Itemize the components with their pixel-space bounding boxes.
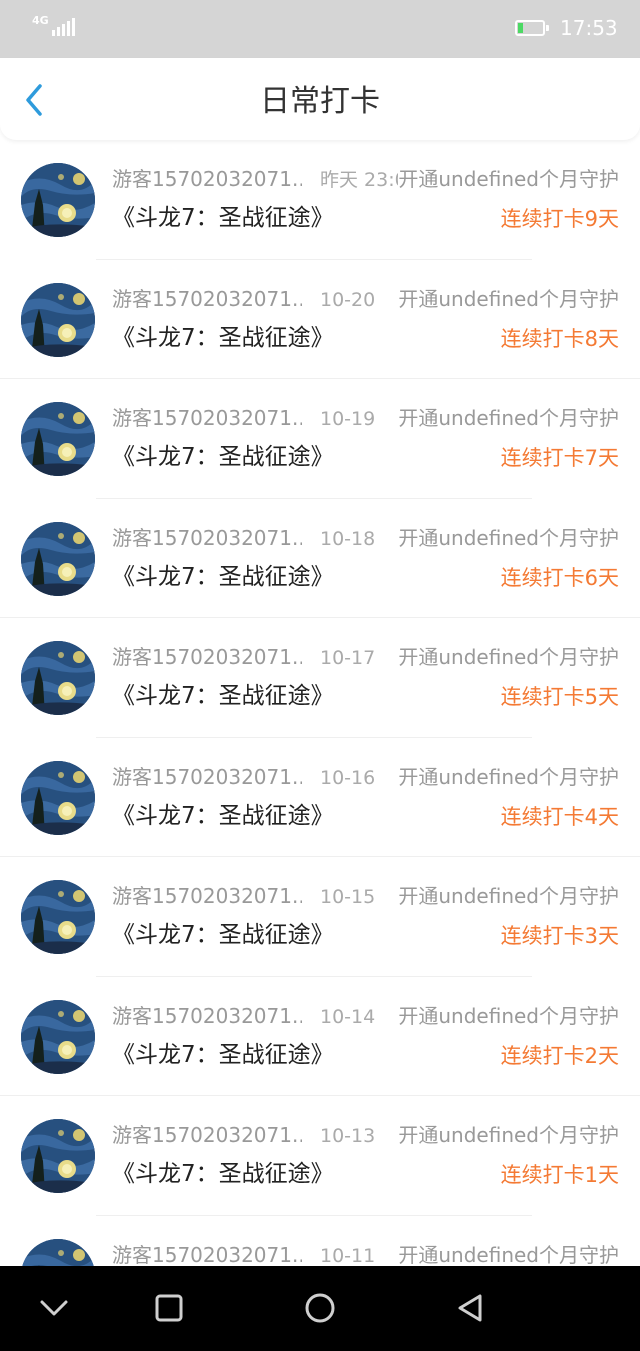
checkin-guard-text: 开通undefined个月守护 — [398, 763, 619, 790]
circle-icon — [305, 1293, 335, 1323]
checkin-row[interactable]: 游客15702032071... 10-16 开通undefined个月守护 《… — [0, 737, 640, 857]
status-bar: 4G 17:53 — [0, 0, 640, 58]
checkin-row[interactable]: 游客15702032071... 昨天 23:0 开通undefined个月守护… — [0, 140, 640, 260]
checkin-streak: 连续打卡4天 — [500, 804, 619, 829]
checkin-streak: 连续打卡7天 — [500, 446, 619, 470]
avatar[interactable] — [21, 282, 95, 357]
checkin-user: 游客15702032071... — [112, 764, 302, 789]
checkin-date: 10-15 — [320, 886, 376, 908]
checkin-list[interactable]: 游客15702032071... 昨天 23:0 开通undefined个月守护… — [0, 140, 640, 1266]
checkin-streak: 连续打卡2天 — [500, 1043, 619, 1068]
checkin-user: 游客15702032071... — [112, 525, 302, 550]
avatar[interactable] — [21, 1238, 95, 1266]
checkin-book-title: 《斗龙7：圣战征途》 — [112, 205, 334, 231]
checkin-guard-text: 开通undefined个月守护 — [398, 524, 619, 551]
checkin-user: 游客15702032071... — [112, 884, 302, 908]
checkin-row[interactable]: 游客15702032071... 10-20 开通undefined个月守护 《… — [0, 259, 640, 379]
page-title: 日常打卡 — [260, 84, 380, 119]
avatar[interactable] — [21, 521, 95, 596]
checkin-guard-text: 开通undefined个月守护 — [398, 285, 619, 312]
square-icon — [155, 1294, 183, 1322]
checkin-date: 10-11 — [320, 1244, 376, 1267]
checkin-book-title: 《斗龙7：圣战征途》 — [112, 922, 334, 948]
signal-icon — [52, 18, 76, 36]
checkin-user: 游客15702032071... — [112, 406, 302, 430]
checkin-book-title: 《斗龙7：圣战征途》 — [112, 1161, 334, 1187]
avatar[interactable] — [21, 760, 95, 835]
checkin-streak: 连续打卡9天 — [500, 207, 619, 231]
checkin-date: 昨天 23:0 — [320, 169, 407, 191]
checkin-streak: 连续打卡6天 — [500, 565, 619, 590]
triangle-back-icon — [458, 1294, 482, 1322]
checkin-guard-text: 开通undefined个月守护 — [398, 166, 619, 192]
avatar[interactable] — [21, 1119, 95, 1193]
checkin-date: 10-20 — [320, 288, 376, 311]
checkin-user: 游客15702032071... — [112, 1003, 302, 1028]
chevron-down-icon — [40, 1300, 68, 1316]
checkin-row[interactable]: 游客15702032071... 10-17 开通undefined个月守护 《… — [0, 618, 640, 738]
checkin-book-title: 《斗龙7：圣战征途》 — [112, 1041, 334, 1068]
checkin-guard-text: 开通undefined个月守护 — [398, 1122, 619, 1148]
checkin-user: 游客15702032071... — [112, 167, 302, 191]
checkin-date: 10-18 — [320, 527, 376, 550]
nav-down-button[interactable] — [34, 1288, 74, 1328]
checkin-guard-text: 开通undefined个月守护 — [398, 1002, 619, 1029]
checkin-user: 游客15702032071... — [112, 1123, 302, 1147]
status-time: 17:53 — [560, 16, 618, 40]
checkin-book-title: 《斗龙7：圣战征途》 — [112, 563, 334, 590]
checkin-user: 游客15702032071... — [112, 645, 302, 669]
app-screen: 4G 17:53 日常打卡 游客15702032071... 昨天 23:0 开… — [0, 0, 640, 1351]
checkin-guard-text: 开通undefined个月守护 — [398, 1241, 619, 1266]
nav-back-button[interactable] — [450, 1288, 490, 1328]
checkin-date: 10-16 — [320, 766, 376, 789]
nav-recents-button[interactable] — [149, 1288, 189, 1328]
avatar[interactable] — [21, 999, 95, 1074]
checkin-guard-text: 开通undefined个月守护 — [398, 405, 619, 431]
checkin-date: 10-17 — [320, 647, 376, 669]
checkin-row[interactable]: 游客15702032071... 10-15 开通undefined个月守护 《… — [0, 857, 640, 977]
battery-icon — [515, 20, 549, 36]
checkin-book-title: 《斗龙7：圣战征途》 — [112, 683, 334, 709]
checkin-streak: 连续打卡1天 — [500, 1163, 619, 1187]
checkin-user: 游客15702032071... — [112, 286, 302, 311]
checkin-row[interactable]: 游客15702032071... 10-14 开通undefined个月守护 《… — [0, 976, 640, 1096]
checkin-user: 游客15702032071... — [112, 1242, 302, 1267]
checkin-streak: 连续打卡5天 — [500, 685, 619, 709]
avatar[interactable] — [21, 641, 95, 715]
system-nav-bar — [0, 1266, 640, 1351]
header: 日常打卡 — [0, 58, 640, 140]
checkin-row[interactable]: 游客15702032071... 10-11 开通undefined个月守护 《… — [0, 1215, 640, 1267]
avatar[interactable] — [21, 163, 95, 237]
nav-home-button[interactable] — [300, 1288, 340, 1328]
avatar[interactable] — [21, 880, 95, 954]
network-type: 4G — [32, 14, 49, 27]
checkin-book-title: 《斗龙7：圣战征途》 — [112, 444, 334, 470]
checkin-date: 10-14 — [320, 1005, 376, 1028]
checkin-date: 10-13 — [320, 1125, 376, 1147]
avatar[interactable] — [21, 402, 95, 476]
checkin-guard-text: 开通undefined个月守护 — [398, 883, 619, 909]
checkin-streak: 连续打卡8天 — [500, 326, 619, 351]
checkin-date: 10-19 — [320, 408, 376, 430]
checkin-streak: 连续打卡3天 — [500, 924, 619, 948]
checkin-row[interactable]: 游客15702032071... 10-18 开通undefined个月守护 《… — [0, 498, 640, 618]
checkin-row[interactable]: 游客15702032071... 10-13 开通undefined个月守护 《… — [0, 1096, 640, 1216]
checkin-book-title: 《斗龙7：圣战征途》 — [112, 802, 334, 829]
checkin-row[interactable]: 游客15702032071... 10-19 开通undefined个月守护 《… — [0, 379, 640, 499]
checkin-book-title: 《斗龙7：圣战征途》 — [112, 324, 334, 351]
checkin-guard-text: 开通undefined个月守护 — [398, 644, 619, 670]
